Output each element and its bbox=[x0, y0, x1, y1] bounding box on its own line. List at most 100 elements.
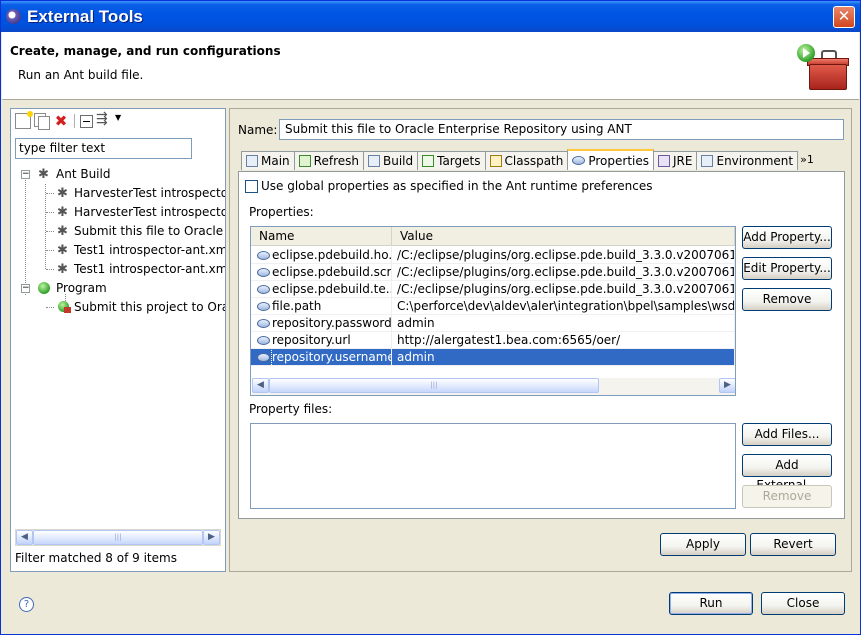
ant-icon: ✱ bbox=[57, 262, 68, 277]
collapse-all-icon[interactable] bbox=[80, 114, 93, 128]
scroll-thumb[interactable]: ||| bbox=[269, 378, 599, 393]
tab-classpath[interactable]: Classpath bbox=[484, 151, 569, 170]
header-title: Create, manage, and run configurations bbox=[10, 44, 281, 58]
property-icon bbox=[257, 267, 270, 277]
tree-item-program[interactable]: − Program bbox=[11, 279, 225, 298]
properties-label: Properties: bbox=[249, 205, 314, 219]
scroll-thumb[interactable]: ||| bbox=[33, 530, 203, 545]
column-header-value[interactable]: Value bbox=[392, 227, 735, 246]
jre-icon bbox=[658, 155, 671, 167]
tab-main[interactable]: Main bbox=[241, 151, 295, 170]
tab-refresh[interactable]: Refresh bbox=[293, 151, 364, 170]
ant-icon: ✱ bbox=[57, 224, 68, 239]
refresh-icon bbox=[298, 155, 311, 167]
chevron-down-icon[interactable]: ▼ bbox=[115, 113, 123, 129]
property-icon bbox=[257, 284, 270, 294]
new-config-icon[interactable] bbox=[15, 111, 33, 129]
dialog-header: Create, manage, and run configurations R… bbox=[2, 32, 859, 100]
delete-config-icon[interactable]: ✖ bbox=[53, 113, 69, 129]
scroll-left-icon[interactable]: ◀ bbox=[16, 530, 33, 545]
add-files-button[interactable]: Add Files... bbox=[742, 423, 832, 446]
config-tabs: Main Refresh Build Targets Classpath Pro… bbox=[241, 149, 817, 171]
properties-table: Name Value eclipse.pdebuild.ho... /C:/ec… bbox=[250, 226, 736, 396]
close-button[interactable]: Close bbox=[761, 592, 845, 615]
table-horizontal-scrollbar[interactable]: ◀ ||| ▶ bbox=[252, 378, 735, 395]
toolbar-separator bbox=[74, 114, 75, 128]
apply-button[interactable]: Apply bbox=[660, 533, 746, 556]
table-row[interactable]: eclipse.pdebuild.te... /C:/eclipse/plugi… bbox=[251, 281, 735, 298]
program-launch-icon bbox=[58, 301, 71, 313]
property-icon bbox=[257, 250, 270, 260]
ant-icon: ✱ bbox=[57, 205, 68, 220]
tab-properties[interactable]: Properties bbox=[567, 149, 655, 170]
column-header-name[interactable]: Name bbox=[251, 227, 392, 246]
environment-icon bbox=[701, 155, 714, 167]
collapse-icon[interactable]: − bbox=[21, 284, 30, 293]
config-toolbar: ✖ ▼ bbox=[15, 111, 123, 130]
filter-icon[interactable] bbox=[96, 111, 112, 129]
name-label: Name: bbox=[238, 123, 278, 137]
scroll-right-icon[interactable]: ▶ bbox=[203, 530, 220, 545]
remove-file-button[interactable]: Remove bbox=[742, 485, 832, 508]
external-tools-dialog: External Tools ✕ Create, manage, and run… bbox=[0, 0, 861, 635]
use-global-properties-checkbox[interactable] bbox=[245, 179, 258, 193]
tree-item[interactable]: ✱ HarvesterTest introspector- bbox=[11, 184, 225, 203]
properties-icon bbox=[572, 156, 586, 165]
properties-tab-content: Use global properties as specified in th… bbox=[238, 171, 845, 519]
tree-item[interactable]: Submit this project to Orac bbox=[11, 298, 225, 317]
collapse-icon[interactable]: − bbox=[21, 170, 30, 179]
tree-item[interactable]: ✱ Test1 introspector-ant.xml bbox=[11, 241, 225, 260]
property-icon bbox=[257, 301, 270, 311]
tree-horizontal-scrollbar[interactable]: ◀ ||| ▶ bbox=[15, 529, 221, 546]
tab-environment[interactable]: Environment bbox=[696, 151, 799, 170]
config-tree: − ✱ Ant Build ✱ HarvesterTest introspect… bbox=[11, 165, 225, 317]
tab-build[interactable]: Build bbox=[362, 151, 419, 170]
configurations-panel: ✖ ▼ type filter text − ✱ Ant Build ✱ Har… bbox=[10, 108, 226, 572]
header-description: Run an Ant build file. bbox=[18, 68, 144, 82]
window-title: External Tools bbox=[27, 7, 143, 26]
tree-item-ant-build[interactable]: − ✱ Ant Build bbox=[11, 165, 225, 184]
title-bar: External Tools ✕ bbox=[1, 1, 860, 32]
revert-button[interactable]: Revert bbox=[750, 533, 836, 556]
property-files-list[interactable] bbox=[250, 423, 736, 509]
table-row[interactable]: eclipse.pdebuild.scr... /C:/eclipse/plug… bbox=[251, 264, 735, 281]
eclipse-icon bbox=[6, 9, 21, 24]
scroll-left-icon[interactable]: ◀ bbox=[252, 378, 269, 393]
add-property-button[interactable]: Add Property... bbox=[742, 226, 832, 249]
toolbox-run-icon bbox=[797, 44, 853, 94]
name-input[interactable]: Submit this file to Oracle Enterprise Re… bbox=[279, 119, 844, 140]
ant-icon: ✱ bbox=[57, 186, 68, 201]
ant-icon: ✱ bbox=[38, 167, 49, 182]
filter-input[interactable]: type filter text bbox=[15, 138, 192, 159]
tree-item[interactable]: ✱ Submit this file to Oracle Er bbox=[11, 222, 225, 241]
table-row[interactable]: eclipse.pdebuild.ho... /C:/eclipse/plugi… bbox=[251, 247, 735, 264]
tree-item[interactable]: ✱ Test1 introspector-ant.xml bbox=[11, 260, 225, 279]
property-icon bbox=[257, 335, 270, 345]
use-global-properties-label: Use global properties as specified in th… bbox=[261, 179, 653, 193]
help-icon[interactable]: ? bbox=[19, 597, 34, 612]
duplicate-config-icon[interactable] bbox=[34, 113, 50, 130]
table-row[interactable]: repository.url http://alergatest1.bea.co… bbox=[251, 332, 735, 349]
tab-targets[interactable]: Targets bbox=[417, 151, 486, 170]
run-button[interactable]: Run bbox=[669, 592, 753, 615]
filter-status: Filter matched 8 of 9 items bbox=[15, 551, 177, 565]
property-icon bbox=[257, 318, 270, 328]
table-row[interactable]: file.path C:\perforce\dev\aldev\aler\int… bbox=[251, 298, 735, 315]
use-global-properties-row[interactable]: Use global properties as specified in th… bbox=[245, 179, 653, 193]
add-external-button[interactable]: Add External... bbox=[742, 454, 832, 492]
remove-property-button[interactable]: Remove bbox=[742, 288, 832, 311]
tabs-overflow-button[interactable]: »1 bbox=[797, 151, 817, 171]
table-row[interactable]: repository.password admin bbox=[251, 315, 735, 332]
table-header: Name Value bbox=[251, 227, 735, 246]
program-icon bbox=[38, 282, 50, 294]
config-editor-panel: Name: Submit this file to Oracle Enterpr… bbox=[229, 108, 852, 572]
tree-item[interactable]: ✱ HarvesterTest introspector- bbox=[11, 203, 225, 222]
close-window-button[interactable]: ✕ bbox=[833, 6, 855, 28]
table-row-selected[interactable]: repository.username admin bbox=[251, 349, 735, 366]
property-icon bbox=[257, 352, 270, 362]
scroll-right-icon[interactable]: ▶ bbox=[719, 378, 735, 393]
ant-icon: ✱ bbox=[57, 243, 68, 258]
tab-jre[interactable]: JRE bbox=[653, 151, 698, 170]
edit-property-button[interactable]: Edit Property... bbox=[742, 257, 832, 280]
property-files-label: Property files: bbox=[249, 402, 333, 416]
